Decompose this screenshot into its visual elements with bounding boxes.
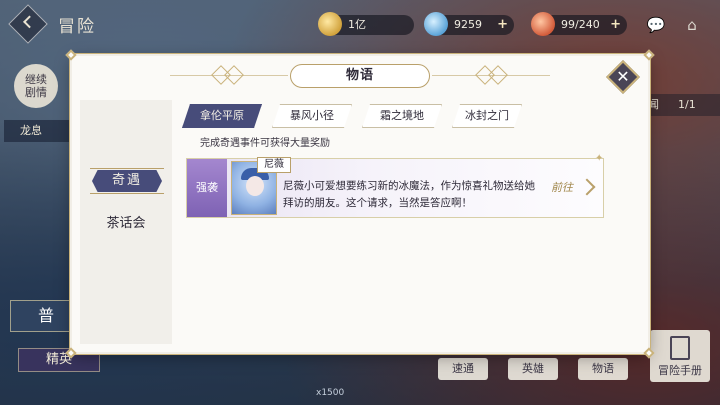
gold-coin-icon bbox=[318, 12, 342, 36]
event-description: 尼薇小可爱想要练习新的冰魔法，作为惊喜礼物送给她拜访的朋友。这个请求，当然是答应… bbox=[283, 180, 535, 209]
add-diamond-button[interactable]: + bbox=[497, 15, 508, 35]
title-diamond-ornament bbox=[488, 65, 508, 85]
diamond-amount: 9259 bbox=[454, 18, 482, 31]
adventure-manual-label: 冒险手册 bbox=[658, 364, 702, 377]
sparkle-icon: ✦ bbox=[595, 153, 604, 164]
story-modal: 物语 ✕ 奇遇 茶话会 拿伦平原 暴风小径 霜之境地 冰封之门 完成奇遇事件可获… bbox=[65, 49, 655, 359]
back-arrow-icon bbox=[23, 15, 36, 29]
category-encounter[interactable]: 奇遇 bbox=[92, 170, 162, 192]
stories-button[interactable]: 物语 bbox=[578, 358, 628, 380]
adventure-manual-button[interactable]: 冒险手册 bbox=[650, 330, 710, 382]
modal-title: 物语 bbox=[290, 64, 430, 88]
right-tag-label: 闻 bbox=[648, 98, 659, 111]
tab-naron-plain[interactable]: 拿伦平原 bbox=[182, 104, 262, 128]
diamond-resource: 9259 + bbox=[424, 12, 514, 36]
heroes-button[interactable]: 英雄 bbox=[508, 358, 558, 380]
gold-resource: 1亿 bbox=[318, 12, 414, 36]
tab-frozen-gate[interactable]: 冰封之门 bbox=[452, 104, 522, 128]
back-button[interactable] bbox=[8, 4, 48, 44]
book-icon bbox=[670, 336, 690, 360]
portrait-face bbox=[246, 176, 264, 196]
chat-icon[interactable]: 💬 bbox=[646, 16, 666, 34]
reward-hint: 完成奇遇事件可获得大量奖励 bbox=[200, 138, 330, 149]
chevron-right-icon[interactable] bbox=[578, 178, 596, 196]
event-type-badge: 强袭 bbox=[187, 159, 227, 217]
event-card[interactable]: 强袭 尼薇 尼薇小可爱想要练习新的冰魔法，作为惊喜礼物送给她拜访的朋友。这个请求… bbox=[186, 153, 604, 218]
top-hud: 冒险 1亿 9259 + 99/240 + 💬 ⌂ bbox=[0, 0, 720, 48]
tab-frost-realm[interactable]: 霜之境地 bbox=[362, 104, 442, 128]
stamina-amount: 99/240 bbox=[561, 18, 600, 31]
screen-title: 冒险 bbox=[58, 17, 96, 37]
close-button[interactable]: ✕ bbox=[606, 60, 640, 94]
tab-storm-path[interactable]: 暴风小径 bbox=[272, 104, 352, 128]
category-sidebar: 奇遇 茶话会 bbox=[80, 100, 172, 344]
category-tea-party[interactable]: 茶话会 bbox=[80, 212, 172, 231]
character-name: 尼薇 bbox=[257, 157, 291, 173]
continue-story-button[interactable]: 继续 剧情 bbox=[14, 64, 58, 108]
right-progress-tag: 闻 1/1 bbox=[640, 94, 720, 116]
home-icon[interactable]: ⌂ bbox=[682, 16, 702, 34]
stamina-icon bbox=[531, 12, 555, 36]
quick-pass-button[interactable]: 速通 bbox=[438, 358, 488, 380]
gold-amount: 1亿 bbox=[348, 18, 366, 31]
right-tag-count: 1/1 bbox=[678, 98, 696, 111]
title-diamond-ornament bbox=[224, 65, 244, 85]
go-button[interactable]: 前往 bbox=[551, 179, 573, 195]
diamond-icon bbox=[424, 12, 448, 36]
add-stamina-button[interactable]: + bbox=[610, 15, 621, 35]
close-icon: ✕ bbox=[616, 67, 630, 86]
stamina-resource: 99/240 + bbox=[531, 12, 627, 36]
bottom-counter: x1500 bbox=[316, 388, 345, 398]
